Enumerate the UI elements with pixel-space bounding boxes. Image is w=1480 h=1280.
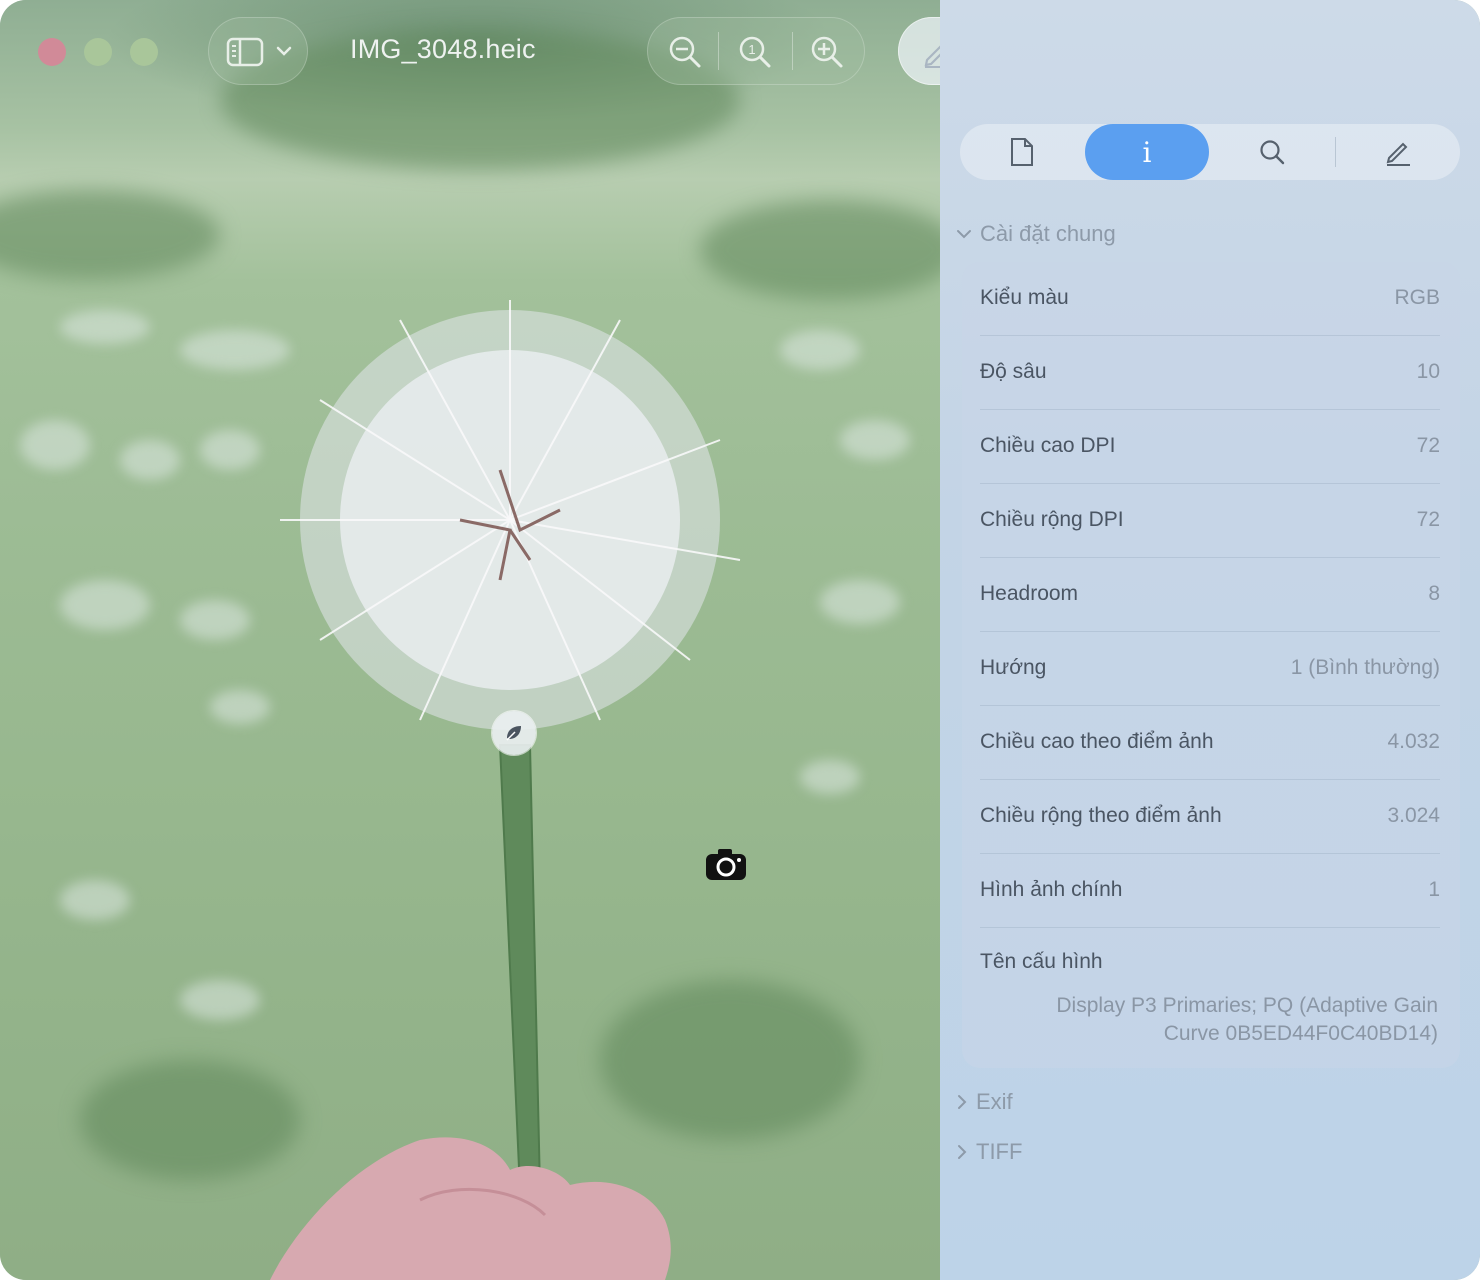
profile-value-line-1: Display P3 Primaries; PQ (Adaptive Gain [1056,994,1438,1017]
zoom-out-button[interactable] [662,30,708,74]
property-label: Hình ảnh chính [980,878,1123,901]
property-label: Chiều cao theo điểm ảnh [980,730,1214,753]
window-title: IMG_3048.heic [350,34,536,64]
svg-text:1: 1 [748,42,755,57]
photo-canvas[interactable] [0,0,940,1280]
property-label: Chiều rộng DPI [980,508,1124,531]
property-label: Chiều cao DPI [980,434,1116,457]
preview-window: IMG_3048.heic 1 i Cài đặt chung Kiểu màu… [0,0,1480,1280]
section-general-header[interactable]: Cài đặt chung [956,221,1116,247]
property-value: 4.032 [1387,730,1440,753]
property-value: 10 [1416,360,1440,383]
close-button[interactable] [38,38,66,66]
property-label-profile-name: Tên cấu hình [980,950,1103,973]
property-row-dpi-height: Chiều cao DPI 72 [980,409,1440,483]
actual-size-icon: 1 [739,36,771,68]
info-icon: i [1142,135,1152,169]
chevron-down-icon [276,46,292,56]
leaf-icon [506,726,521,741]
property-value: 72 [1416,434,1440,457]
property-value: 3.024 [1387,804,1440,827]
property-label: Kiểu màu [980,286,1069,309]
actual-size-button[interactable]: 1 [732,30,778,74]
dandelion-illustration [270,300,741,1280]
tab-info[interactable]: i [1085,124,1209,180]
zoom-in-button[interactable] [804,30,850,74]
property-row-primary-image: Hình ảnh chính 1 [980,853,1440,927]
chevron-right-icon [958,1095,967,1109]
pencil-icon [1386,142,1410,166]
section-tiff-header[interactable]: TIFF [956,1139,1022,1165]
live-photo-badge[interactable] [492,711,536,755]
section-general-title: Cài đặt chung [980,221,1116,246]
property-row-pixel-width: Chiều rộng theo điểm ảnh 3.024 [980,779,1440,853]
property-value: 8 [1428,582,1440,605]
property-value: 72 [1416,508,1440,531]
tab-annotate[interactable] [1336,124,1460,180]
property-row-depth: Độ sâu 10 [980,335,1440,409]
property-label: Độ sâu [980,360,1047,383]
property-value: 1 [1428,878,1440,901]
property-label: Headroom [980,582,1079,605]
property-row-pixel-height: Chiều cao theo điểm ảnh 4.032 [980,705,1440,779]
property-row-dpi-width: Chiều rộng DPI 72 [980,483,1440,557]
tab-search[interactable] [1210,124,1334,180]
camera-cursor-icon [706,849,746,880]
property-row-color-model: Kiểu màu RGB [980,261,1440,335]
tab-document[interactable] [960,124,1084,180]
zoom-in-icon [811,36,843,68]
chevron-right-icon [958,1145,967,1159]
chevron-down-icon [957,230,971,239]
property-label: Chiều rộng theo điểm ảnh [980,804,1222,827]
sidebar-toggle-button[interactable] [208,17,308,85]
zoom-out-icon [669,36,701,68]
search-icon [1260,140,1285,165]
property-row-headroom: Headroom 8 [980,557,1440,631]
section-exif-header[interactable]: Exif [956,1089,1013,1115]
document-icon [1011,138,1033,166]
property-label: Hướng [980,656,1047,679]
zoom-button[interactable] [130,38,158,66]
property-row-orientation: Hướng 1 (Bình thường) [980,631,1440,705]
profile-value-line-2: Curve 0B5ED44F0C40BD14) [1163,1022,1438,1045]
sidebar-icon [226,37,264,67]
section-tiff-title: TIFF [976,1139,1023,1164]
property-value-profile-name: Display P3 Primaries; PQ (Adaptive Gain … [998,992,1438,1048]
section-exif-title: Exif [976,1089,1013,1114]
property-value: 1 (Bình thường) [1290,656,1440,679]
property-value: RGB [1394,286,1440,309]
minimize-button[interactable] [84,38,112,66]
